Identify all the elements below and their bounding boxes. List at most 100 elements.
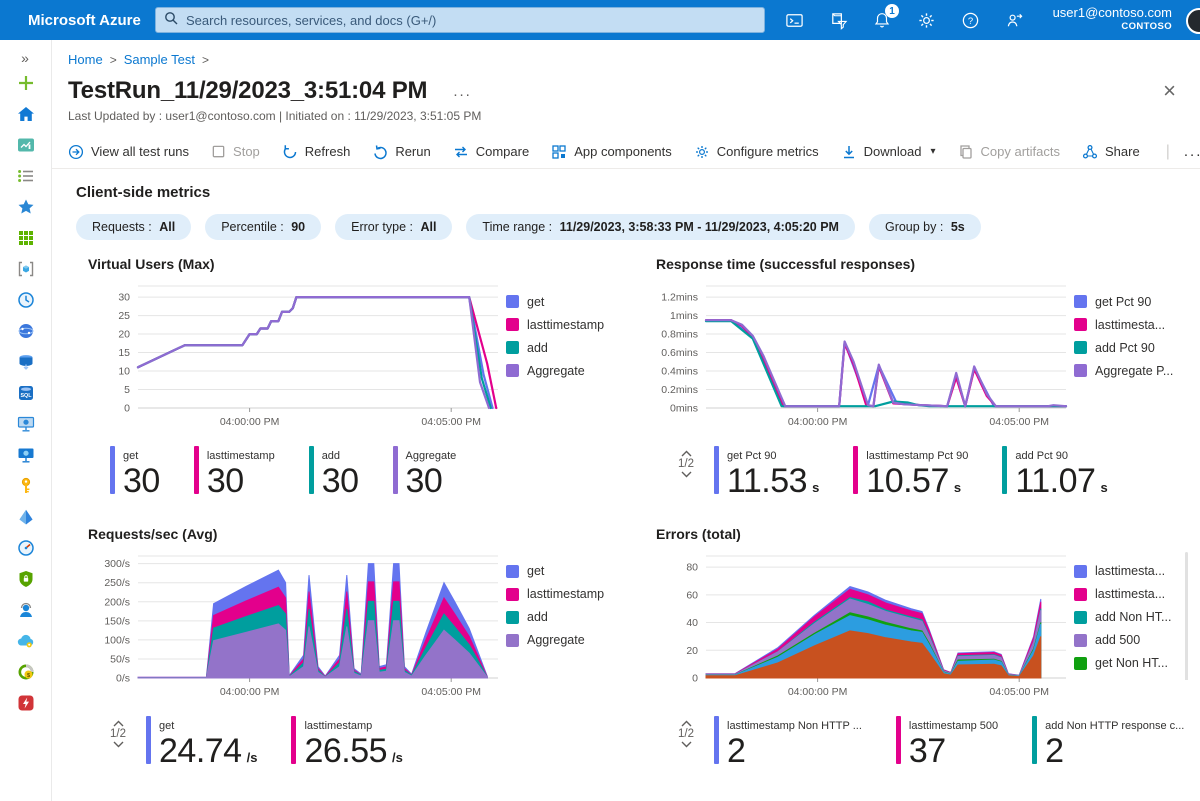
- breadcrumb-link[interactable]: Sample Test: [124, 52, 195, 67]
- legend-item[interactable]: add: [506, 606, 624, 629]
- close-icon[interactable]: ×: [1163, 81, 1176, 101]
- sidebar-item-home[interactable]: [8, 101, 44, 132]
- legend-item[interactable]: add Non HT...: [1074, 606, 1192, 629]
- pager-up-icon[interactable]: [681, 450, 692, 457]
- sidebar-item-cosmos-db[interactable]: [8, 318, 44, 349]
- sidebar-item-key-vault[interactable]: [8, 473, 44, 504]
- toolbar-compare-button[interactable]: Compare: [453, 144, 529, 160]
- metric-stat: lasttimestamp30: [194, 446, 275, 500]
- help-icon[interactable]: ?: [959, 9, 981, 31]
- sidebar-item-resource-health[interactable]: [8, 690, 44, 721]
- cost-management-icon: $: [16, 662, 36, 687]
- pager-up-icon[interactable]: [113, 720, 124, 727]
- feedback-icon[interactable]: [1003, 9, 1025, 31]
- filter-pill-error-type[interactable]: Error type : All: [335, 214, 452, 240]
- sidebar-item-favorites-star[interactable]: [8, 194, 44, 225]
- sidebar-item-resource-groups[interactable]: [8, 256, 44, 287]
- legend-item[interactable]: get Pct 90: [1074, 290, 1192, 313]
- sidebar-item-virtual-machines[interactable]: [8, 411, 44, 442]
- legend-item[interactable]: get: [506, 290, 624, 313]
- title-more-button[interactable]: ...: [453, 83, 472, 100]
- legend-item[interactable]: lasttimestamp: [506, 313, 624, 336]
- settings-gear-icon[interactable]: [915, 9, 937, 31]
- toolbar-configure-metrics-button[interactable]: Configure metrics: [694, 144, 819, 160]
- toolbar-overflow-button[interactable]: ...: [1184, 143, 1200, 160]
- stat-value: 2: [727, 734, 745, 770]
- sidebar-item-metrics-gauge[interactable]: [8, 535, 44, 566]
- avatar[interactable]: [1186, 8, 1200, 34]
- stat-color-bar: [1002, 446, 1007, 494]
- stat-label: add: [322, 450, 340, 462]
- svg-text:200/s: 200/s: [104, 596, 130, 608]
- search-input[interactable]: [186, 13, 756, 28]
- legend-item[interactable]: add 500: [1074, 629, 1192, 652]
- stats-pager: 1/2: [678, 446, 694, 478]
- breadcrumb-separator: >: [110, 53, 117, 67]
- legend-item[interactable]: Aggregate: [506, 359, 624, 382]
- legend-item[interactable]: lasttimesta...: [1074, 313, 1192, 336]
- sidebar-item-dashboard[interactable]: [8, 132, 44, 163]
- sidebar-item-cost-management[interactable]: $: [8, 659, 44, 690]
- toolbar-view-all-test-runs-button[interactable]: View all test runs: [68, 144, 189, 160]
- pager-down-icon[interactable]: [113, 741, 124, 748]
- legend-item[interactable]: Aggregate: [506, 629, 624, 652]
- filter-pill-requests[interactable]: Requests : All: [76, 214, 191, 240]
- breadcrumb-link[interactable]: Home: [68, 52, 103, 67]
- sidebar-item-all-resources[interactable]: [8, 225, 44, 256]
- legend-item[interactable]: lasttimesta...: [1074, 583, 1192, 606]
- toolbar-app-components-button[interactable]: App components: [551, 144, 672, 160]
- legend-item[interactable]: Aggregate P...: [1074, 359, 1192, 382]
- legend-item[interactable]: get 500: [1074, 675, 1192, 680]
- metric-stat: lasttimestamp26.55/s: [291, 716, 402, 770]
- sidebar-item-all-services[interactable]: [8, 163, 44, 194]
- legend-item[interactable]: lasttimestamp: [506, 583, 624, 606]
- toolbar-stop-button[interactable]: Stop: [211, 144, 260, 159]
- sidebar-item-create-resource[interactable]: [8, 70, 44, 101]
- stat-label: lasttimestamp Pct 90: [866, 450, 968, 462]
- filter-pill-time-range[interactable]: Time range : 11/29/2023, 3:58:33 PM - 11…: [466, 214, 855, 240]
- chart-title: Requests/sec (Avg): [88, 526, 624, 542]
- page-title: TestRun_11/29/2023_3:51:04 PM: [68, 77, 427, 105]
- toolbar-rerun-button[interactable]: Rerun: [372, 144, 430, 160]
- global-search[interactable]: [155, 7, 765, 33]
- main-content: Home>Sample Test> TestRun_11/29/2023_3:5…: [52, 40, 1200, 801]
- account-menu[interactable]: user1@contoso.com CONTOSO: [1053, 5, 1172, 33]
- legend-swatch: [1074, 588, 1087, 601]
- filter-value: 5s: [951, 220, 965, 234]
- pager-down-icon[interactable]: [681, 471, 692, 478]
- pager-up-icon[interactable]: [681, 720, 692, 727]
- metric-stat: lasttimestamp Pct 9010.57s: [853, 446, 968, 500]
- legend-item[interactable]: get: [506, 560, 624, 583]
- sidebar-item-storage[interactable]: [8, 349, 44, 380]
- sidebar-item-sql-database[interactable]: SQL: [8, 380, 44, 411]
- view-runs-icon: [68, 144, 84, 160]
- section-title: Client-side metrics: [52, 169, 1200, 201]
- legend-item[interactable]: add: [506, 336, 624, 359]
- filter-pill-group-by[interactable]: Group by : 5s: [869, 214, 981, 240]
- legend-label: lasttimestamp: [527, 318, 604, 332]
- toolbar-refresh-button[interactable]: Refresh: [282, 144, 351, 160]
- legend-item[interactable]: add Pct 90: [1074, 336, 1192, 359]
- pager-count: 1/2: [110, 728, 126, 740]
- directory-filter-icon[interactable]: [827, 9, 849, 31]
- toolbar-share-button[interactable]: Share: [1082, 144, 1140, 160]
- sidebar-item-support[interactable]: [8, 597, 44, 628]
- azure-brand[interactable]: Microsoft Azure: [28, 12, 141, 29]
- pager-down-icon[interactable]: [681, 741, 692, 748]
- sidebar-item-advisor[interactable]: [8, 628, 44, 659]
- sidebar-item-security-center[interactable]: [8, 566, 44, 597]
- sidebar-item-expand-sidebar[interactable]: »: [7, 46, 43, 70]
- sidebar-item-monitor-desktop[interactable]: [8, 442, 44, 473]
- legend-item[interactable]: get Non HT...: [1074, 652, 1192, 675]
- legend-item[interactable]: lasttimesta...: [1074, 560, 1192, 583]
- stat-unit: s: [954, 480, 961, 495]
- chart-plot: 0/s50/s100/s150/s200/s250/s300/s04:00:00…: [86, 548, 506, 710]
- toolbar-download-button[interactable]: Download▾: [841, 144, 936, 160]
- toolbar-copy-artifacts-button[interactable]: Copy artifacts: [958, 144, 1060, 160]
- filter-pill-percentile[interactable]: Percentile : 90: [205, 214, 321, 240]
- sidebar-item-recent[interactable]: [8, 287, 44, 318]
- notifications-bell-icon[interactable]: 1: [871, 9, 893, 31]
- cloud-shell-icon[interactable]: [783, 9, 805, 31]
- sidebar-item-azure-ad[interactable]: [8, 504, 44, 535]
- chart-card: Virtual Users (Max) 05101520253004:00:00…: [86, 256, 624, 500]
